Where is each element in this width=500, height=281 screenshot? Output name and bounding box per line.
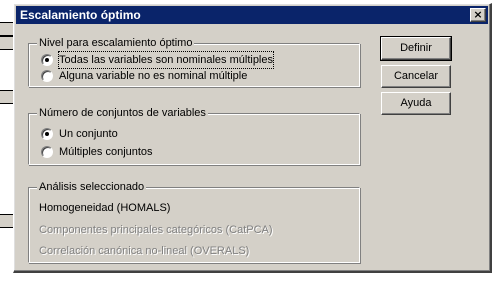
scaling-level-group: Nivel para escalamiento óptimo Todas las… bbox=[28, 37, 360, 87]
radio-multiple-sets[interactable]: Múltiples conjuntos bbox=[41, 144, 153, 160]
optimal-scaling-dialog: Escalamiento óptimo × Nivel para escalam… bbox=[13, 3, 492, 273]
radio-label-multiple-sets: Múltiples conjuntos bbox=[59, 146, 153, 158]
radio-label-one-set: Un conjunto bbox=[59, 128, 118, 140]
radio-label-all-multiple-nominal: Todas las variables son nominales múltip… bbox=[58, 51, 274, 69]
radio-button-checked[interactable] bbox=[41, 54, 53, 66]
close-icon: × bbox=[473, 8, 483, 21]
variable-sets-legend: Número de conjuntos de variables bbox=[37, 107, 208, 120]
close-button[interactable]: × bbox=[470, 8, 486, 22]
define-button[interactable]: Definir bbox=[380, 36, 452, 61]
analysis-homals: Homogeneidad (HOMALS) bbox=[39, 202, 171, 214]
title-bar[interactable]: Escalamiento óptimo × bbox=[16, 6, 488, 24]
radio-button[interactable] bbox=[41, 146, 53, 158]
radio-one-set[interactable]: Un conjunto bbox=[41, 126, 118, 142]
analysis-catpca: Componentes principales categóricos (Cat… bbox=[39, 224, 273, 236]
radio-button-checked[interactable] bbox=[41, 128, 53, 140]
selected-analysis-group: Análisis seleccionado Homogeneidad (HOMA… bbox=[28, 181, 360, 263]
help-button[interactable]: Ayuda bbox=[381, 92, 451, 115]
variable-sets-group: Número de conjuntos de variables Un conj… bbox=[28, 107, 360, 165]
cancel-button[interactable]: Cancelar bbox=[381, 65, 451, 88]
analysis-overals: Correlación canónica no-lineal (OVERALS) bbox=[39, 245, 250, 257]
selected-analysis-legend: Análisis seleccionado bbox=[37, 181, 147, 194]
scaling-level-legend: Nivel para escalamiento óptimo bbox=[37, 37, 195, 50]
radio-button[interactable] bbox=[41, 70, 53, 82]
dialog-title: Escalamiento óptimo bbox=[20, 8, 141, 22]
radio-some-not-multiple-nominal[interactable]: Alguna variable no es nominal múltiple bbox=[41, 68, 247, 84]
radio-label-some-not-multiple-nominal: Alguna variable no es nominal múltiple bbox=[59, 70, 248, 82]
radio-all-multiple-nominal[interactable]: Todas las variables son nominales múltip… bbox=[41, 51, 274, 69]
